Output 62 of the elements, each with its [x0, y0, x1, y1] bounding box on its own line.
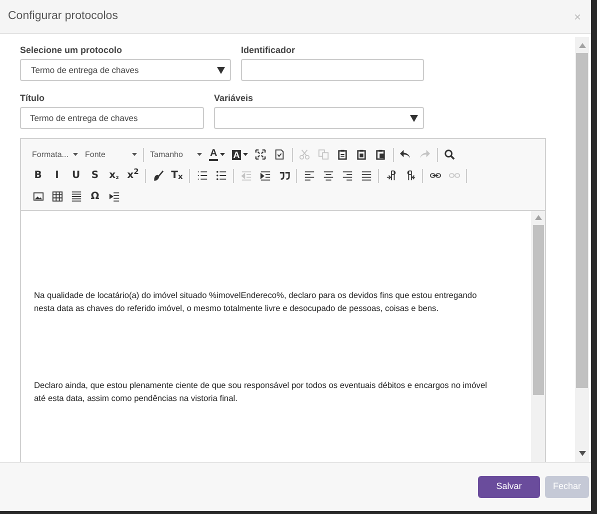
caret-icon	[132, 153, 137, 156]
horizontal-line-icon	[70, 191, 82, 202]
caret-icon	[242, 153, 248, 156]
bullet-list-icon	[216, 170, 226, 181]
clipboard-icon	[375, 149, 386, 160]
format-button[interactable]: T$_{x}$	[168, 166, 186, 184]
window-title: Configurar protocolos	[8, 8, 118, 24]
field-label: Identificador	[241, 44, 296, 57]
search-icon	[444, 149, 456, 160]
field-label: Selecione um protocolo	[20, 44, 124, 57]
redo-icon	[419, 149, 430, 160]
clipboard-icon	[337, 149, 348, 160]
caret-icon	[220, 153, 226, 156]
dropdown-caret-icon	[410, 114, 418, 122]
protocol-select[interactable]: Termo de entrega de chaves	[20, 59, 231, 81]
dropdown-caret-icon	[217, 66, 225, 74]
caret-icon	[197, 153, 202, 156]
justify-icon	[360, 170, 372, 181]
align-center-icon	[322, 170, 334, 181]
toolbar-dropdown[interactable]: Formata...	[29, 146, 81, 164]
editor-scrollbar[interactable]	[531, 211, 545, 462]
copy-icon	[318, 149, 330, 160]
field-label: Título	[20, 92, 46, 105]
identifier-field[interactable]	[241, 59, 424, 81]
format-button[interactable]: x$^{2}$	[124, 166, 142, 184]
paragraph-rtl-icon	[404, 170, 416, 181]
title-field[interactable]: Termo de entrega de chaves	[20, 107, 204, 129]
field-label: Variáveis	[214, 92, 254, 105]
scroll-down-icon[interactable]	[578, 451, 586, 456]
scissors-icon	[299, 149, 310, 160]
link-icon	[430, 170, 440, 181]
brush-icon	[152, 170, 164, 181]
clipboard-icon	[356, 149, 368, 160]
modal-scrollbar[interactable]	[575, 37, 589, 462]
format-button[interactable]: S	[86, 166, 104, 184]
unlink-icon	[448, 170, 460, 181]
caret-icon	[73, 153, 78, 156]
format-button[interactable]: Ω	[86, 188, 104, 206]
document-icon	[274, 149, 286, 160]
paragraph: Na qualidade de locatário(a) do imóvel situado %imovelEndereco%, declaro para os devidos fins que estou entregando nesta data as chaves do referido imóvel, o mesmo totalmente livre e desocupado de pessoas, coisas e bens.	[34, 289, 478, 315]
numbered-list-icon	[196, 170, 208, 181]
format-button[interactable]: U	[67, 166, 85, 184]
paragraph-ltr-icon	[386, 170, 396, 181]
quote-icon	[278, 170, 290, 181]
align-left-icon	[304, 170, 314, 181]
format-button[interactable]: I	[48, 166, 66, 184]
select-value: Termo de entrega de chaves	[31, 64, 139, 76]
format-button[interactable]: B	[29, 166, 47, 184]
outdent-icon	[240, 170, 252, 181]
text-color-button[interactable]: A	[206, 146, 228, 164]
maximize-icon	[255, 149, 266, 160]
image-icon	[32, 191, 44, 202]
table-icon	[52, 191, 62, 202]
background-color-button[interactable]: A	[229, 146, 251, 164]
format-button[interactable]: x$_{₂}$	[105, 166, 123, 184]
align-right-icon	[342, 170, 352, 181]
undo-icon	[400, 149, 412, 160]
save-button[interactable]: Salvar	[478, 476, 540, 498]
paragraph: Declaro ainda, que estou plenamente ciente de que sou responsável por todos os eventuais débitos e encargos no imóvel até esta data, assim como pendências na vistoria final.	[34, 379, 488, 405]
toolbar-dropdown[interactable]: Tamanho	[147, 146, 205, 164]
indent-icon	[260, 170, 270, 181]
toolbar-dropdown[interactable]: Fonte	[82, 146, 140, 164]
